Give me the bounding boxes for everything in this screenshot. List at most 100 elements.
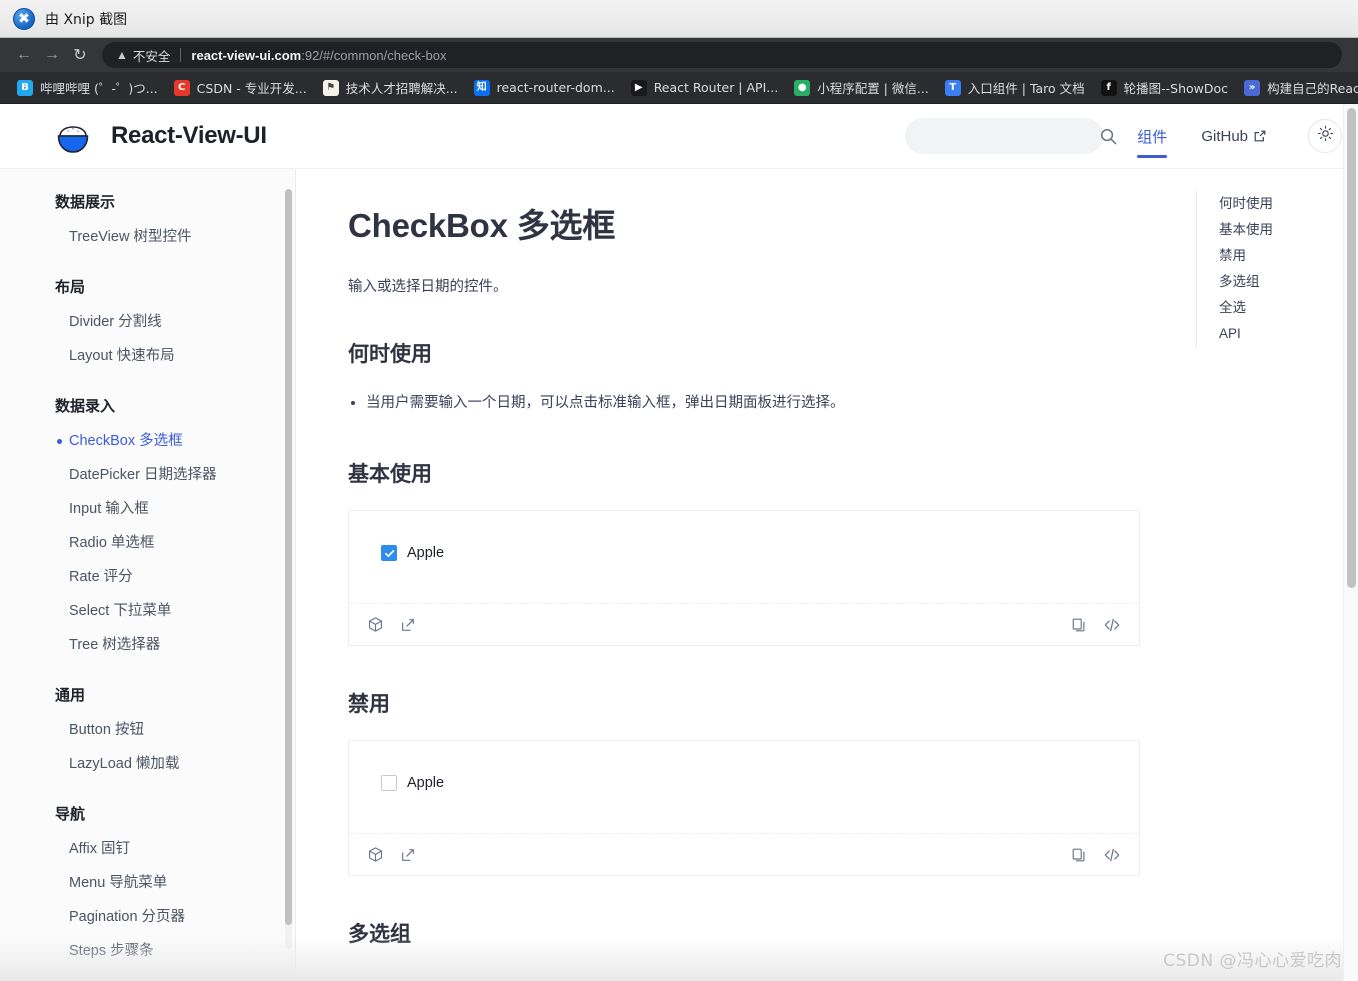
section-heading-disabled: 禁用 [348,693,390,717]
bookmark-item[interactable]: ● 小程序配置 | 微信... [787,75,936,100]
bookmark-item[interactable]: ▶ React Router | API... [624,77,786,99]
sidebar-nav: 数据展示 TreeView 树型控件布局 Divider 分割线 Layout 快速布… [0,168,296,981]
external-link-icon[interactable] [400,846,416,863]
toc-item[interactable]: 全选 [1219,295,1336,321]
toc-item[interactable]: 基本使用 [1219,217,1336,243]
sidebar-group-title: 通用 [55,687,86,704]
checkbox-label: Apple [407,545,445,562]
theme-toggle-button[interactable] [1308,119,1342,153]
table-of-contents: 何时使用 基本使用 禁用 多选组 全选 API [1196,191,1336,347]
xnip-capture-label: 由 Xnip 截图 [45,11,128,28]
sidebar-item[interactable]: Divider 分割线 [0,305,295,339]
xnip-capture-bar: ✖ 由 Xnip 截图 [0,0,1358,38]
copy-icon[interactable] [1071,846,1087,864]
forward-arrow-icon[interactable]: → [38,41,66,69]
toc-item[interactable]: 多选组 [1219,269,1336,295]
page-scrollbar-thumb[interactable] [1347,108,1356,588]
codesandbox-icon[interactable] [367,846,384,863]
sidebar-item[interactable]: Menu 导航菜单 [0,866,295,900]
sidebar-item[interactable]: Steps 步骤条 [0,934,295,968]
copy-icon[interactable] [1071,616,1087,634]
sidebar-groups: 数据展示 TreeView 树型控件布局 Divider 分割线 Layout 快速布… [0,191,295,968]
when-to-use-list: 当用户需要输入一个日期，可以点击标准输入框，弹出日期面板进行选择。 [348,390,1140,416]
brand-name: React-View-UI [111,122,267,149]
page-body: 数据展示 TreeView 树型控件布局 Divider 分割线 Layout 快速布… [0,168,1358,981]
bookmark-item[interactable]: 知 react-router-dom... [467,77,622,99]
back-arrow-icon[interactable]: ← [10,41,38,69]
sidebar-item[interactable]: Layout 快速布局 [0,339,295,373]
url-path: :92/#/common/check-box [301,47,447,63]
demo-body-disabled: Apple [349,741,1139,833]
bookmark-label: 轮播图--ShowDoc [1123,81,1229,96]
bookmark-favicon-icon: f [1100,79,1117,96]
bookmark-item[interactable]: C CSDN - 专业开发... [167,75,314,100]
sidebar-item[interactable]: Button 按钮 [0,713,295,747]
code-brackets-icon[interactable] [1103,846,1121,864]
demo-card-disabled: Apple [348,740,1140,877]
demo-toolbar-right [1071,846,1121,864]
sidebar-group-title: 数据录入 [55,398,116,415]
nav-link-github[interactable]: GitHub [1201,104,1266,168]
bookmark-item[interactable]: f 轮播图--ShowDoc [1094,75,1235,100]
xnip-logo-icon: ✖ [13,7,35,30]
section-disabled: 禁用 Apple [348,688,1140,877]
bookmark-item[interactable]: ⚑ 技术人才招聘解决... [316,75,465,100]
bookmark-item[interactable]: T 入口组件 | Taro 文档 [938,75,1092,100]
sidebar-scrollbar[interactable] [285,189,292,949]
demo-toolbar-left [367,616,416,633]
nav-link-github-label: GitHub [1201,127,1248,145]
demo-toolbar-right [1071,616,1121,634]
demo-toolbar-basic [349,603,1139,645]
bookmark-item[interactable]: » 构建自己的React... [1237,75,1358,100]
code-brackets-icon[interactable] [1103,616,1121,634]
sidebar-scrollbar-thumb[interactable] [285,189,292,925]
sidebar-group: 数据展示 TreeView 树型控件 [0,191,295,254]
sun-icon [1317,125,1334,147]
list-item: 当用户需要输入一个日期，可以点击标准输入框，弹出日期面板进行选择。 [366,390,1140,416]
sidebar-item[interactable]: CheckBox 多选框 [0,424,295,458]
sidebar-item[interactable]: Select 下拉菜单 [0,594,295,628]
sidebar-item[interactable]: Input 输入框 [0,492,295,526]
sidebar-item[interactable]: Affix 固钉 [0,832,295,866]
bookmark-favicon-icon: ▶ [630,79,647,96]
toc-item[interactable]: 何时使用 [1219,191,1336,217]
sidebar-group: 布局 Divider 分割线 Layout 快速布局 [0,276,295,373]
sidebar-item[interactable]: Pagination 分页器 [0,900,295,934]
section-heading-when-to-use: 何时使用 [348,343,432,366]
browser-toolbar: ← → ↻ ▲ 不安全 react-view-ui.com:92/#/commo… [0,38,1358,72]
bookmark-favicon-icon: ● [794,79,811,96]
address-bar[interactable]: ▲ 不安全 react-view-ui.com:92/#/common/chec… [102,42,1342,68]
toc-item[interactable]: 禁用 [1219,243,1336,269]
sidebar-item[interactable]: LazyLoad 懒加载 [0,747,295,781]
sidebar-item[interactable]: TreeView 树型控件 [0,220,295,254]
warning-triangle-icon: ▲ [116,48,128,62]
url-text: react-view-ui.com:92/#/common/check-box [191,48,446,63]
page-scrollbar[interactable] [1343,104,1358,981]
sidebar-item[interactable]: Radio 单选框 [0,526,295,560]
checkbox-box-unchecked [381,775,397,792]
external-link-icon[interactable] [400,616,416,633]
sidebar-item[interactable]: Tree 树选择器 [0,628,295,662]
web-page: React-View-UI 组件 GitHub 数据展示 TreeView 树型… [0,104,1358,981]
section-checkbox-group: 多选组 [348,918,1140,948]
reload-icon[interactable]: ↻ [66,41,94,69]
bookmark-label: react-router-dom... [496,80,615,95]
checkbox-box-checked[interactable] [381,545,397,562]
search-box[interactable] [905,118,1117,154]
section-heading-basic-usage: 基本使用 [348,463,432,487]
demo-toolbar-disabled [349,833,1139,875]
bookmark-label: 小程序配置 | 微信... [817,81,929,96]
search-icon[interactable] [1099,127,1118,146]
bookmark-item[interactable]: B 哔哩哔哩 (゜-゜)つ... [10,75,165,100]
toc-item[interactable]: API [1219,321,1336,347]
codesandbox-icon[interactable] [367,616,384,633]
main-content: CheckBox 多选框 输入或选择日期的控件。 何时使用 当用户需要输入一个日… [296,168,1358,981]
bookmark-label: 技术人才招聘解决... [345,81,458,96]
sidebar-item[interactable]: Rate 评分 [0,560,295,594]
sidebar-group: 数据录入 CheckBox 多选框 DatePicker 日期选择器 Input 输入… [0,395,295,662]
brand-logo-link[interactable]: React-View-UI [52,115,267,157]
nav-tab-components[interactable]: 组件 [1137,104,1168,168]
checkbox-apple-checked[interactable]: Apple [381,545,1107,562]
search-input[interactable] [919,127,1100,145]
sidebar-item[interactable]: DatePicker 日期选择器 [0,458,295,492]
